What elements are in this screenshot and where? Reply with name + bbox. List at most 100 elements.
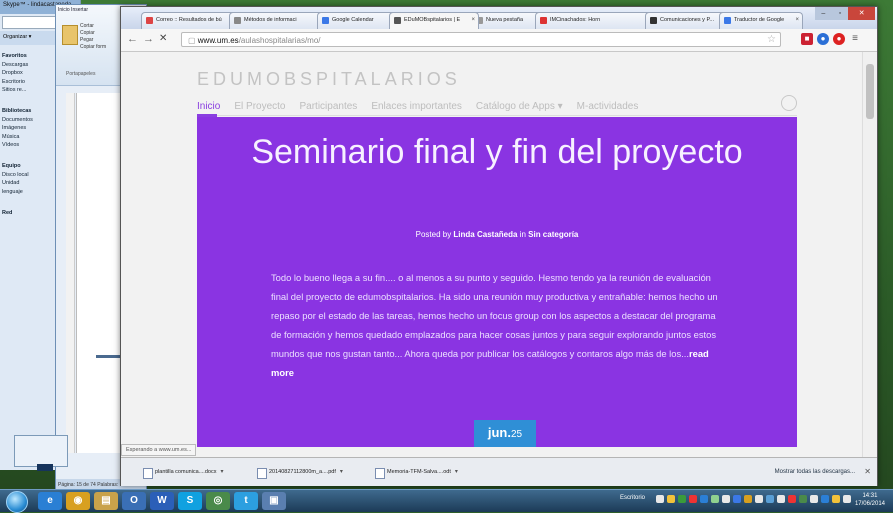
close-button[interactable]: ✕ [848, 7, 876, 20]
file-icon [375, 468, 385, 479]
post-meta: Posted by Linda Castañeda in Sin categor… [197, 230, 797, 239]
browser-tab[interactable]: Métodos de informaci× [229, 12, 325, 29]
address-bar[interactable]: ▢ www.um.es/aulashospitalarias/mo/ ☆ [181, 32, 781, 47]
scrollbar-thumb[interactable] [866, 64, 874, 119]
nav-link[interactable]: Catálogo de Apps ▾ [476, 101, 563, 112]
network-icon[interactable]: ◎ [206, 492, 230, 510]
tray-icon[interactable] [799, 495, 807, 503]
tray-icon[interactable] [678, 495, 686, 503]
tab-close-icon[interactable]: × [471, 17, 475, 23]
menu-icon[interactable]: ≡ [849, 33, 861, 45]
tray-icon[interactable] [667, 495, 675, 503]
nav-link[interactable]: Inicio [197, 101, 220, 112]
site-title[interactable]: EDUMOBSPITALARIOS [197, 69, 461, 90]
excerpt-text: Todo lo bueno llega a su fin.... o al me… [271, 272, 718, 359]
tray-icon[interactable] [766, 495, 774, 503]
tray-icon[interactable] [843, 495, 851, 503]
page-icon: ▢ [188, 36, 198, 45]
post-title[interactable]: Seminario final y fin del proyecto [247, 134, 747, 171]
word-icon[interactable]: W [150, 492, 174, 510]
download-item[interactable]: 20140827112800m_a....pdf ▾ [255, 465, 343, 479]
url-path: /aulashospitalarias/mo/ [238, 36, 321, 45]
tray-icon[interactable] [788, 495, 796, 503]
tab-label: Métodos de informaci [244, 17, 297, 23]
outlook-icon[interactable]: O [122, 492, 146, 510]
bookmark-star-icon[interactable]: ☆ [767, 34, 776, 45]
taskbar: Escritorio 14:31 17/06/2014 e ◉ ▤ O W S ◎ t ▣ [0, 489, 893, 513]
nav-link[interactable]: Participantes [300, 101, 358, 112]
tray-icon[interactable] [722, 495, 730, 503]
forward-icon[interactable]: → [143, 33, 154, 45]
tray-icon[interactable] [810, 495, 818, 503]
author-link[interactable]: Linda Castañeda [453, 230, 517, 239]
favicon-icon [322, 17, 329, 24]
browser-tab[interactable]: Nueva pestaña × [471, 12, 543, 29]
nav-link[interactable]: M-actividades [577, 101, 639, 112]
start-button[interactable] [6, 491, 28, 513]
download-filename: 20140827112800m_a....pdf [269, 469, 336, 475]
chrome-window[interactable]: – ▫ ✕ Correo :: Resultados de bú×Métodos… [120, 6, 878, 486]
clock[interactable]: 14:31 17/06/2014 [855, 492, 885, 508]
category-link[interactable]: Sin categoría [528, 230, 578, 239]
ie-icon[interactable]: e [38, 492, 62, 510]
tab-close-icon[interactable]: × [795, 17, 799, 23]
system-tray [656, 495, 851, 503]
twitter-icon[interactable]: t [234, 492, 258, 510]
chevron-down-icon[interactable]: ▾ [220, 469, 223, 475]
nav-link[interactable]: Enlaces importantes [371, 101, 462, 112]
tray-icon[interactable] [744, 495, 752, 503]
extension-icon[interactable]: ● [833, 33, 845, 45]
download-filename: Memoria-TFM-Salva....odt [387, 469, 451, 475]
stop-icon[interactable]: ✕ [159, 33, 167, 44]
tray-label[interactable]: Escritorio [620, 495, 645, 501]
clock-date: 17/06/2014 [854, 501, 885, 507]
close-icon[interactable]: ✕ [864, 467, 871, 476]
browser-tab[interactable]: Comunicaciones y P...× [645, 12, 727, 29]
tray-icon[interactable] [832, 495, 840, 503]
tray-icon[interactable] [711, 495, 719, 503]
chevron-down-icon[interactable]: ▾ [455, 469, 458, 475]
post-excerpt: Todo lo bueno llega a su fin.... o al me… [271, 268, 727, 382]
vertical-ruler [66, 93, 75, 453]
back-icon[interactable]: ← [127, 33, 138, 45]
ribbon-command[interactable]: Pegar [80, 37, 106, 44]
tray-icon[interactable] [777, 495, 785, 503]
chrome-icon[interactable]: ◉ [66, 492, 90, 510]
ribbon-command[interactable]: Copiar form [80, 44, 106, 51]
tray-icon[interactable] [689, 495, 697, 503]
browser-tab[interactable]: EDuMOBspitalarios | E × [389, 12, 479, 29]
paste-icon[interactable] [62, 25, 78, 45]
ribbon-command[interactable]: Copiar [80, 30, 106, 37]
browser-tab[interactable]: Traductor de Google × [719, 12, 803, 29]
browser-tab[interactable]: IMCinachados: Horn× [535, 12, 653, 29]
browser-tab[interactable]: Correo :: Resultados de bú× [141, 12, 237, 29]
tray-icon[interactable] [755, 495, 763, 503]
window-controls: – ▫ ✕ [815, 7, 876, 21]
maximize-button[interactable]: ▫ [831, 7, 849, 20]
notification-popup[interactable] [14, 435, 68, 471]
tray-icon[interactable] [821, 495, 829, 503]
chevron-down-icon[interactable]: ▾ [340, 469, 343, 475]
download-item[interactable]: plantilla comunica....docx ▾ [141, 465, 223, 479]
show-all-downloads-link[interactable]: Mostrar todas las descargas... [775, 469, 855, 475]
tray-icon[interactable] [733, 495, 741, 503]
ribbon-command[interactable]: Cortar [80, 23, 106, 30]
extension-icon[interactable]: ● [817, 33, 829, 45]
picture-icon[interactable]: ▣ [262, 492, 286, 510]
search-icon[interactable] [781, 95, 797, 111]
nav-link[interactable]: El Proyecto [234, 101, 285, 112]
file-icon [143, 468, 153, 479]
skype-icon[interactable]: S [178, 492, 202, 510]
url-host: www.um.es [197, 36, 239, 45]
vertical-scrollbar[interactable] [862, 52, 877, 457]
folder-icon[interactable]: ▤ [94, 492, 118, 510]
extension-icon[interactable]: ■ [801, 33, 813, 45]
browser-tab[interactable]: Google Calendar× [317, 12, 397, 29]
favicon-icon [540, 17, 547, 24]
tray-icon[interactable] [700, 495, 708, 503]
tray-icon[interactable] [656, 495, 664, 503]
download-item[interactable]: Memoria-TFM-Salva....odt ▾ [373, 465, 458, 479]
organizer-button[interactable]: Organizar ▾ [0, 31, 34, 43]
page-viewport[interactable]: EDUMOBSPITALARIOS Inicio El Proyecto Parti… [121, 52, 861, 457]
minimize-button[interactable]: – [815, 7, 832, 20]
